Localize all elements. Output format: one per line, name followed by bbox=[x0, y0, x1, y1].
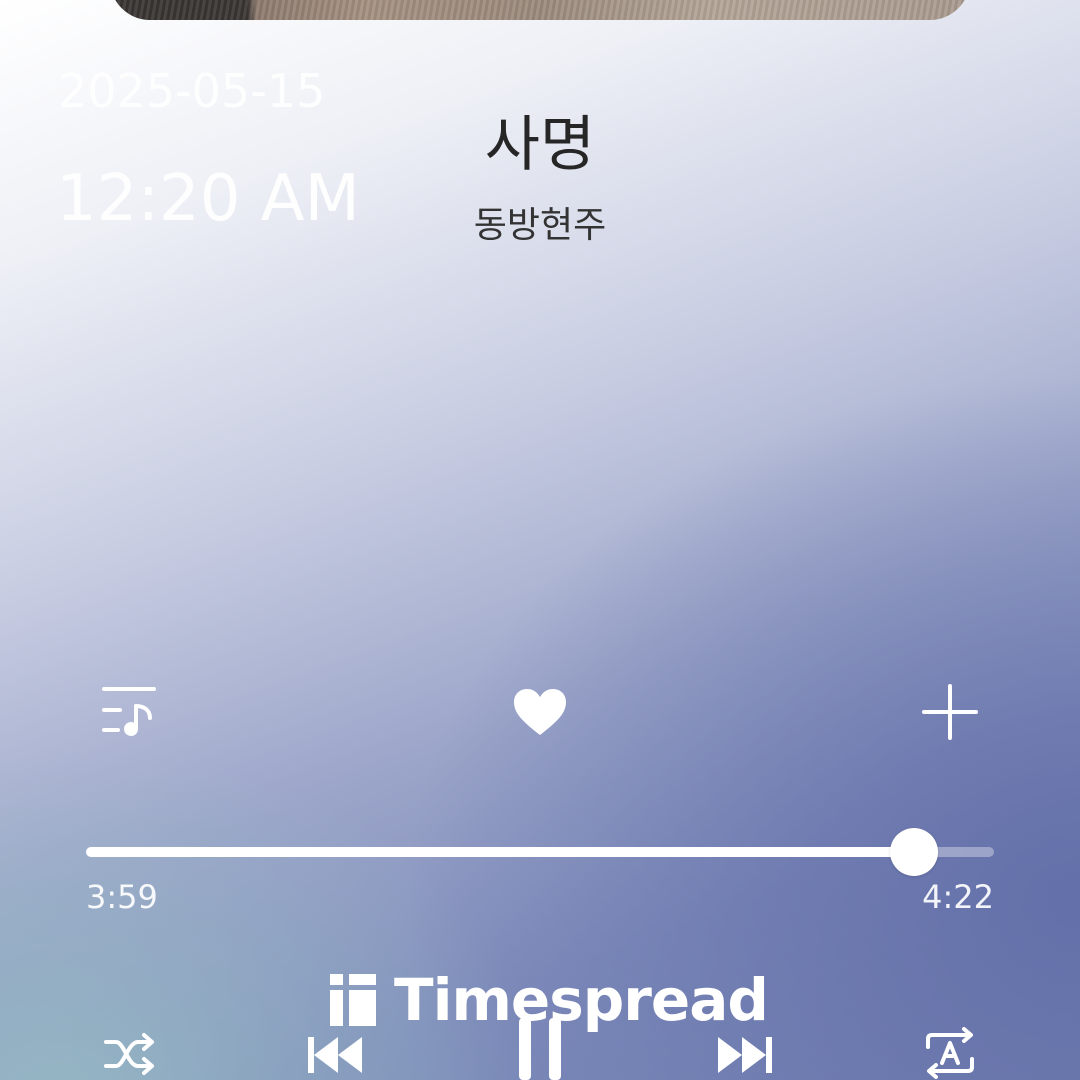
shuffle-button[interactable] bbox=[100, 1028, 160, 1080]
playlist-music-icon bbox=[102, 687, 156, 736]
repeat-a-icon bbox=[926, 1027, 974, 1079]
playlist-button[interactable] bbox=[90, 672, 170, 752]
track-title: 사명 bbox=[484, 110, 596, 180]
track-artist[interactable]: 동방현주 bbox=[0, 196, 1080, 248]
like-button[interactable] bbox=[500, 672, 580, 752]
seek-bar-thumb[interactable] bbox=[890, 828, 939, 876]
skip-previous-icon bbox=[308, 1037, 362, 1073]
next-button[interactable] bbox=[716, 1030, 776, 1080]
previous-button[interactable] bbox=[304, 1030, 364, 1080]
elapsed-time: 3:59 bbox=[86, 878, 158, 916]
album-art[interactable] bbox=[110, 0, 970, 20]
heart-filled-icon bbox=[514, 689, 566, 735]
seek-bar-fill bbox=[86, 847, 915, 857]
pause-icon bbox=[519, 1018, 561, 1080]
plus-icon bbox=[922, 684, 978, 740]
total-duration: 4:22 bbox=[922, 878, 994, 916]
skip-next-icon bbox=[718, 1037, 772, 1073]
watermark-text: Timespread bbox=[394, 966, 769, 1034]
pause-button[interactable] bbox=[510, 1018, 570, 1080]
timespread-logo-icon bbox=[328, 974, 378, 1026]
shuffle-icon bbox=[104, 1033, 154, 1075]
add-to-playlist-button[interactable] bbox=[910, 672, 990, 752]
repeat-button[interactable] bbox=[918, 1026, 982, 1080]
seek-bar[interactable] bbox=[86, 828, 994, 876]
